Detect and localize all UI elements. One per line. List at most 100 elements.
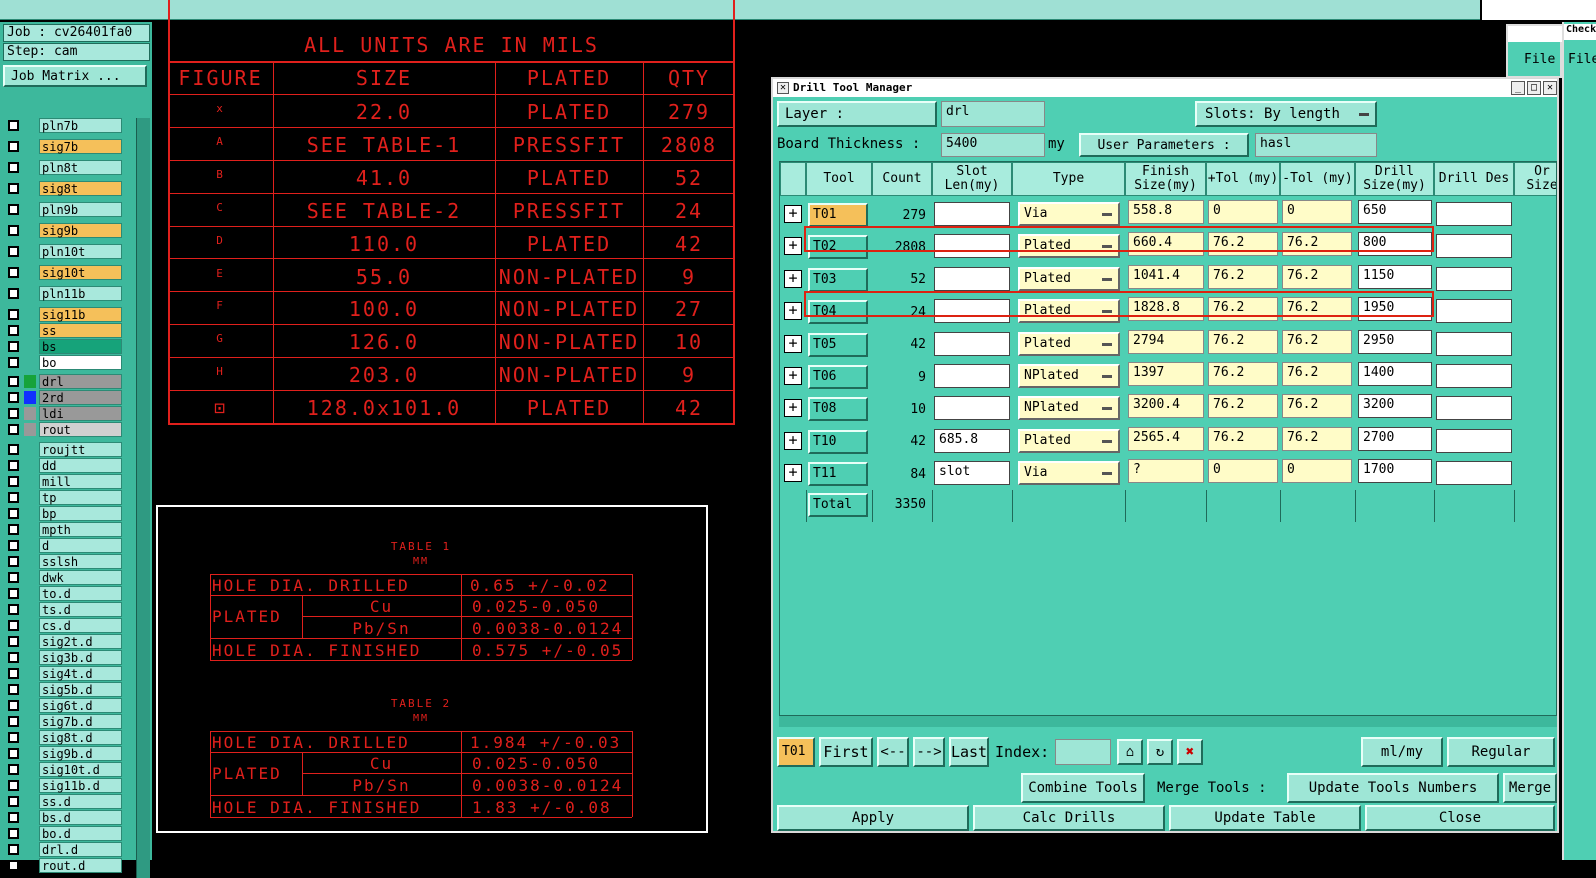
layer-row[interactable]: rout	[4, 422, 122, 437]
drill-size-input[interactable]: 1150	[1358, 264, 1432, 289]
slot-len-input[interactable]	[934, 266, 1010, 291]
slot-len-input[interactable]	[934, 331, 1010, 356]
layer-row[interactable]: cs.d	[4, 618, 122, 633]
layer-name[interactable]: sig4t.d	[39, 666, 122, 681]
layer-row[interactable]: to.d	[4, 586, 122, 601]
layer-row[interactable]: rout.d	[4, 858, 122, 873]
layer-checkbox[interactable]	[8, 444, 19, 455]
layer-name[interactable]: sig10t.d	[39, 762, 122, 777]
tool-button[interactable]: T06	[808, 365, 868, 389]
layer-name[interactable]: sig11b.d	[39, 778, 122, 793]
plus-tol-input[interactable]: 76.2	[1208, 362, 1278, 386]
layer-name[interactable]: sig7b.d	[39, 714, 122, 729]
tool-row[interactable]: + T01 279 Via 558.8 0 0 650	[780, 198, 1556, 230]
drill-des-input[interactable]	[1436, 364, 1512, 388]
tool-button[interactable]: T01	[808, 203, 868, 227]
layer-checkbox[interactable]	[8, 828, 19, 839]
expand-icon[interactable]: +	[784, 431, 802, 450]
layer-row[interactable]: sig7b.d	[4, 714, 122, 729]
tool-button[interactable]: T10	[808, 429, 868, 454]
layer-row[interactable]: drl.d	[4, 842, 122, 857]
drill-size-input[interactable]: 2950	[1358, 329, 1432, 354]
layer-checkbox[interactable]	[8, 183, 19, 194]
tool-row[interactable]: + T11 84 slot Via? 0 0 1700	[780, 457, 1556, 489]
index-input[interactable]	[1055, 739, 1111, 765]
layer-name[interactable]: ts.d	[39, 602, 122, 617]
layer-checkbox[interactable]	[8, 764, 19, 775]
expand-icon[interactable]: +	[784, 334, 802, 353]
layer-checkbox[interactable]	[8, 620, 19, 631]
layer-checkbox[interactable]	[8, 460, 19, 471]
layer-name[interactable]: pln11b	[39, 286, 122, 301]
layer-checkbox[interactable]	[8, 732, 19, 743]
layer-name[interactable]: d	[39, 538, 122, 553]
layer-checkbox[interactable]	[8, 204, 19, 215]
layer-name[interactable]: dd	[39, 458, 122, 473]
layer-input[interactable]: drl	[941, 101, 1045, 127]
prev-button[interactable]: <--	[877, 737, 909, 767]
layer-name[interactable]: sig11b	[39, 307, 122, 322]
layer-row[interactable]: ts.d	[4, 602, 122, 617]
layer-row[interactable]: ss	[4, 323, 122, 338]
layer-checkbox[interactable]	[8, 812, 19, 823]
tool-row[interactable]: + T03 52 Plated 1041.4 76.2 76.2 1150	[780, 263, 1556, 295]
refresh-icon[interactable]: ↻	[1147, 739, 1173, 765]
file-menu-label[interactable]: File	[1524, 52, 1555, 67]
layer-row[interactable]: sig7b	[4, 139, 122, 154]
slot-len-input[interactable]: slot	[934, 461, 1010, 486]
layer-name[interactable]: rout.d	[39, 858, 122, 873]
layer-checkbox[interactable]	[8, 141, 19, 152]
mode-selector[interactable]: Regular	[1447, 737, 1555, 767]
slot-len-input[interactable]: 685.8	[934, 428, 1010, 453]
update-tools-numbers-dropdown[interactable]: Update Tools Numbers	[1287, 773, 1499, 803]
layer-name[interactable]: sig10t	[39, 265, 122, 280]
layer-name[interactable]: sig5b.d	[39, 682, 122, 697]
type-dropdown[interactable]: NPlated	[1018, 396, 1120, 421]
layer-name[interactable]: ss	[39, 323, 122, 338]
tool-row[interactable]: + T06 9 NPlated 1397 76.2 76.2 1400	[780, 360, 1556, 392]
layer-checkbox[interactable]	[8, 524, 19, 535]
layer-row[interactable]: sig8t	[4, 181, 122, 196]
horizontal-scrollbar[interactable]	[779, 715, 1557, 727]
layer-name[interactable]: cs.d	[39, 618, 122, 633]
layer-name[interactable]: ldi	[39, 406, 122, 421]
finish-size-input[interactable]: 1041.4	[1128, 264, 1204, 289]
units-selector[interactable]: ml/my	[1361, 737, 1443, 767]
slots-selector[interactable]: Slots: By length	[1195, 101, 1377, 127]
layer-name[interactable]: sig9b.d	[39, 746, 122, 761]
layer-checkbox[interactable]	[8, 716, 19, 727]
layer-checkbox[interactable]	[8, 492, 19, 503]
plus-tol-input[interactable]: 76.2	[1208, 264, 1278, 289]
layer-row[interactable]: sig11b	[4, 307, 122, 322]
expand-icon[interactable]: +	[784, 269, 802, 288]
expand-icon[interactable]: +	[784, 205, 802, 223]
layer-checkbox[interactable]	[8, 288, 19, 299]
minus-tol-input[interactable]: 76.2	[1282, 362, 1352, 386]
layer-checkbox[interactable]	[8, 476, 19, 487]
layer-name[interactable]: sig2t.d	[39, 634, 122, 649]
calc-drills-button[interactable]: Calc Drills	[973, 805, 1165, 831]
layer-row[interactable]: bp	[4, 506, 122, 521]
drill-des-input[interactable]	[1436, 396, 1512, 421]
layer-name[interactable]: bs.d	[39, 810, 122, 825]
layer-name[interactable]: tp	[39, 490, 122, 505]
maximize-icon[interactable]: □	[1527, 81, 1541, 95]
layer-row[interactable]: sig11b.d	[4, 778, 122, 793]
layer-name[interactable]: sslsh	[39, 554, 122, 569]
finish-size-input[interactable]: ?	[1128, 459, 1204, 484]
last-button[interactable]: Last	[949, 737, 989, 767]
job-matrix-button[interactable]: Job Matrix ...	[3, 65, 147, 87]
finish-size-input[interactable]: 2794	[1128, 329, 1204, 354]
drill-des-input[interactable]	[1436, 461, 1512, 486]
layer-name[interactable]: ss.d	[39, 794, 122, 809]
layer-row[interactable]: dwk	[4, 570, 122, 585]
layer-checkbox[interactable]	[8, 376, 19, 387]
minus-tol-input[interactable]: 0	[1282, 459, 1352, 484]
layer-checkbox[interactable]	[8, 267, 19, 278]
type-dropdown[interactable]: Via	[1018, 461, 1120, 486]
tool-row[interactable]: + T08 10 NPlated 3200.4 76.2 76.2 3200	[780, 392, 1556, 424]
layer-checkbox[interactable]	[8, 844, 19, 855]
layer-checkbox[interactable]	[8, 408, 19, 419]
layer-name[interactable]: sig7b	[39, 139, 122, 154]
layer-name[interactable]: sig8t	[39, 181, 122, 196]
